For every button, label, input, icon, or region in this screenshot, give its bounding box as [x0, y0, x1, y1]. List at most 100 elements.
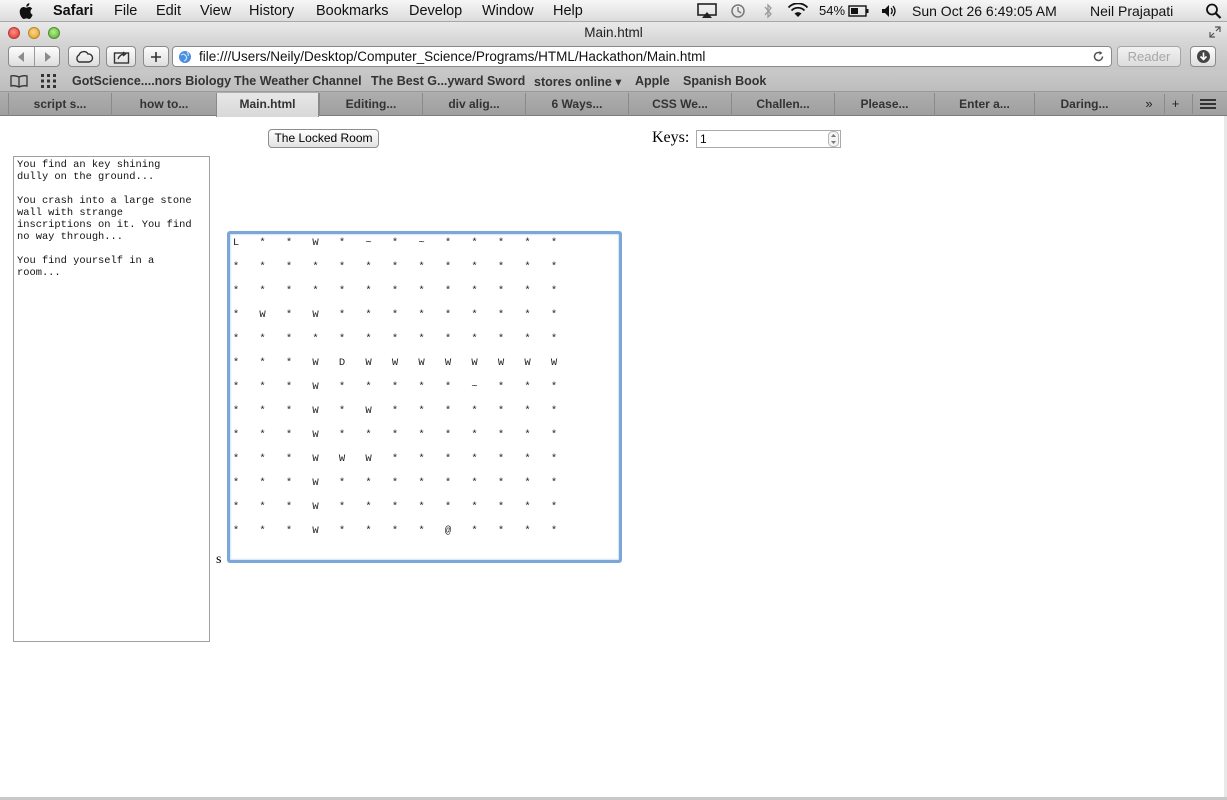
menu-help[interactable]: Help	[553, 3, 583, 19]
forward-arrow-icon[interactable]	[42, 51, 54, 63]
downloads-button[interactable]	[1190, 46, 1216, 67]
share-icon	[113, 51, 130, 64]
reload-icon[interactable]	[1092, 50, 1105, 63]
bookmark-spanish-book[interactable]: Spanish Book	[683, 74, 766, 88]
tab-enter-a[interactable]: Enter a...	[934, 93, 1034, 116]
menu-window[interactable]: Window	[482, 3, 534, 19]
bookmark-gotscience[interactable]: GotScience....nors Biology	[72, 74, 231, 88]
wifi-icon[interactable]	[787, 3, 809, 19]
map-cell: *	[391, 261, 399, 273]
tab-div-align[interactable]: div alig...	[422, 93, 525, 116]
plus-icon	[151, 52, 161, 62]
map-cell: *	[285, 501, 293, 513]
map-cell: *	[285, 453, 293, 465]
menu-history[interactable]: History	[249, 3, 294, 19]
bookmark-apple[interactable]: Apple	[635, 74, 670, 88]
address-bar[interactable]: file:///Users/Neily/Desktop/Computer_Sci…	[172, 46, 1112, 67]
tab-overview-icon[interactable]	[1192, 94, 1222, 114]
map-cell: *	[285, 309, 293, 321]
apple-icon[interactable]	[18, 1, 36, 21]
map-cell: *	[285, 429, 293, 441]
reader-button[interactable]: Reader	[1117, 46, 1181, 67]
map-cell: *	[338, 477, 346, 489]
menu-bookmarks[interactable]: Bookmarks	[316, 3, 389, 19]
download-icon	[1197, 50, 1210, 63]
time-machine-icon[interactable]	[729, 3, 747, 19]
airplay-icon[interactable]	[697, 3, 717, 19]
back-arrow-icon[interactable]	[15, 51, 27, 63]
battery-icon[interactable]	[848, 3, 870, 19]
map-cell: *	[338, 429, 346, 441]
spotlight-search-icon[interactable]	[1205, 3, 1223, 19]
map-cell: *	[312, 261, 319, 273]
bookmark-skyward-sword[interactable]: The Best G...yward Sword	[371, 74, 525, 88]
map-cell: *	[524, 453, 531, 465]
menu-edit[interactable]: Edit	[156, 3, 181, 19]
map-cell: *	[338, 309, 346, 321]
the-locked-room-button[interactable]: The Locked Room	[268, 129, 379, 148]
menu-file[interactable]: File	[114, 3, 137, 19]
menu-bar: Safari File Edit View History Bookmarks …	[0, 0, 1227, 22]
map-cell: *	[524, 333, 531, 345]
tab-challenge[interactable]: Challen...	[731, 93, 834, 116]
keys-number-input[interactable]: 1	[696, 130, 841, 148]
map-cell: *	[232, 429, 240, 441]
tab-6-ways[interactable]: 6 Ways...	[525, 93, 628, 116]
menu-view[interactable]: View	[200, 3, 231, 19]
icloud-tabs-button[interactable]	[68, 46, 100, 67]
bookmark-folder-stores-online[interactable]: stores online ▾	[534, 74, 622, 89]
tab-please[interactable]: Please...	[834, 93, 934, 116]
map-cell: *	[259, 357, 266, 369]
reading-list-icon[interactable]	[10, 74, 28, 88]
map-cell: *	[497, 501, 505, 513]
cloud-icon	[76, 50, 94, 63]
map-cell: *	[444, 333, 452, 345]
map-cell: *	[232, 405, 240, 417]
map-cell: *	[338, 261, 346, 273]
more-tabs-chevron-icon[interactable]: »	[1138, 94, 1160, 114]
new-tab-button[interactable]	[143, 46, 169, 67]
map-cell: *	[338, 285, 346, 297]
map-cell: *	[444, 429, 452, 441]
map-cell: *	[259, 477, 266, 489]
map-cell: *	[550, 453, 558, 465]
map-cell: *	[285, 261, 293, 273]
tab-css-web[interactable]: CSS We...	[628, 93, 731, 116]
menu-app-safari[interactable]: Safari	[53, 3, 93, 19]
map-cell: *	[259, 453, 266, 465]
tab-main-html[interactable]: Main.html	[216, 93, 319, 117]
user-name[interactable]: Neil Prajapati	[1090, 3, 1173, 19]
game-map-grid[interactable]: L * * W * ~ * ~ * * * * * * * * * * * * * * * * * * * * * * * * * * * * * * * *…	[227, 231, 622, 563]
tab-how-to[interactable]: how to...	[111, 93, 216, 116]
map-cell: *	[524, 501, 531, 513]
tab-script[interactable]: script s...	[8, 93, 111, 116]
map-cell: *	[444, 261, 452, 273]
bookmark-weather-channel[interactable]: The Weather Channel	[234, 74, 362, 88]
map-cell: *	[418, 429, 425, 441]
map-cell: *	[232, 333, 240, 345]
map-cell: *	[444, 285, 452, 297]
add-tab-plus-icon[interactable]: +	[1164, 94, 1186, 114]
map-cell: *	[471, 429, 478, 441]
map-cell: *	[391, 429, 399, 441]
tab-editing[interactable]: Editing...	[319, 93, 422, 116]
clock[interactable]: Sun Oct 26 6:49:05 AM	[912, 3, 1057, 19]
url-text[interactable]: file:///Users/Neily/Desktop/Computer_Sci…	[199, 49, 705, 64]
story-log-textarea[interactable]: You find an key shining dully on the gro…	[13, 156, 210, 642]
tab-daring[interactable]: Daring...	[1034, 93, 1134, 116]
map-cell: *	[285, 237, 293, 249]
fullscreen-icon[interactable]	[1209, 26, 1221, 38]
map-cell: W	[312, 477, 319, 489]
menu-develop[interactable]: Develop	[409, 3, 462, 19]
map-cell: *	[524, 237, 531, 249]
map-cell: W	[365, 453, 372, 465]
map-cell: *	[365, 261, 372, 273]
map-cell: *	[524, 261, 531, 273]
volume-icon[interactable]	[880, 3, 898, 19]
top-sites-grid-icon[interactable]	[41, 74, 56, 88]
map-cell: *	[497, 525, 505, 537]
bluetooth-icon[interactable]	[762, 3, 774, 19]
keys-stepper-arrows-icon[interactable]	[828, 131, 839, 147]
share-button[interactable]	[106, 46, 136, 67]
map-cell: *	[365, 333, 372, 345]
